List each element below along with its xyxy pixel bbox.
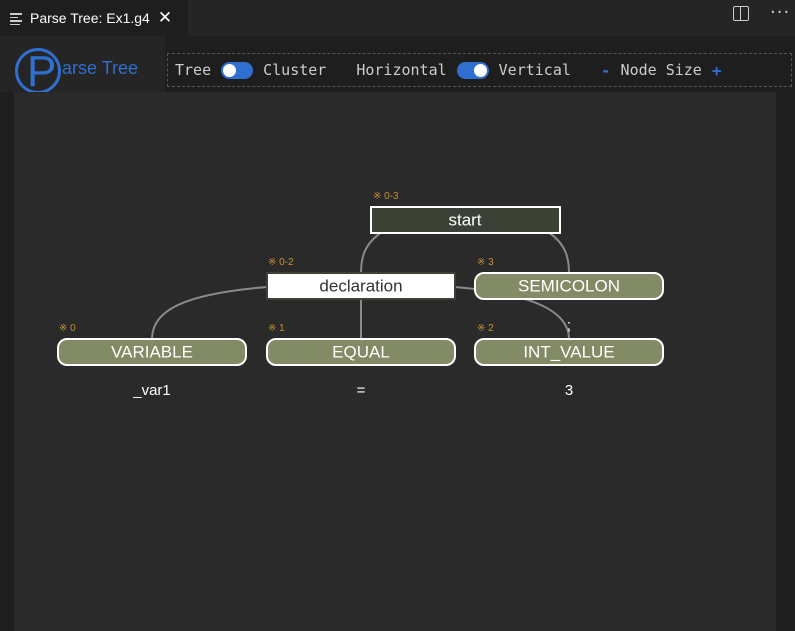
token-variable: _var1 [132, 382, 171, 399]
parse-tree-graph: ※ 0-3 start ※ 0-2 declaration ※ 3 SEMICO… [57, 191, 664, 399]
node-variable-label: VARIABLE [111, 343, 193, 362]
node-declaration-label: declaration [319, 277, 402, 296]
node-start-index: ※ 0-3 [373, 191, 399, 202]
node-start-label: start [448, 211, 481, 230]
token-equal: = [357, 382, 366, 399]
node-equal-label: EQUAL [332, 343, 390, 362]
edge-start-semicolon [547, 231, 570, 274]
node-equal-index: ※ 1 [268, 323, 285, 334]
token-semicolon: ; [567, 317, 571, 334]
node-int-value-label: INT_VALUE [523, 343, 614, 362]
edge-declaration-variable [151, 286, 268, 340]
node-semicolon-label: SEMICOLON [518, 277, 620, 296]
node-int-value-index: ※ 2 [477, 323, 494, 334]
node-declaration-index: ※ 0-2 [268, 257, 294, 268]
edge-start-declaration [360, 231, 383, 274]
node-semicolon-index: ※ 3 [477, 257, 494, 268]
node-start[interactable]: ※ 0-3 start [370, 191, 561, 234]
token-int-value: 3 [565, 382, 573, 399]
node-variable-index: ※ 0 [59, 323, 76, 334]
